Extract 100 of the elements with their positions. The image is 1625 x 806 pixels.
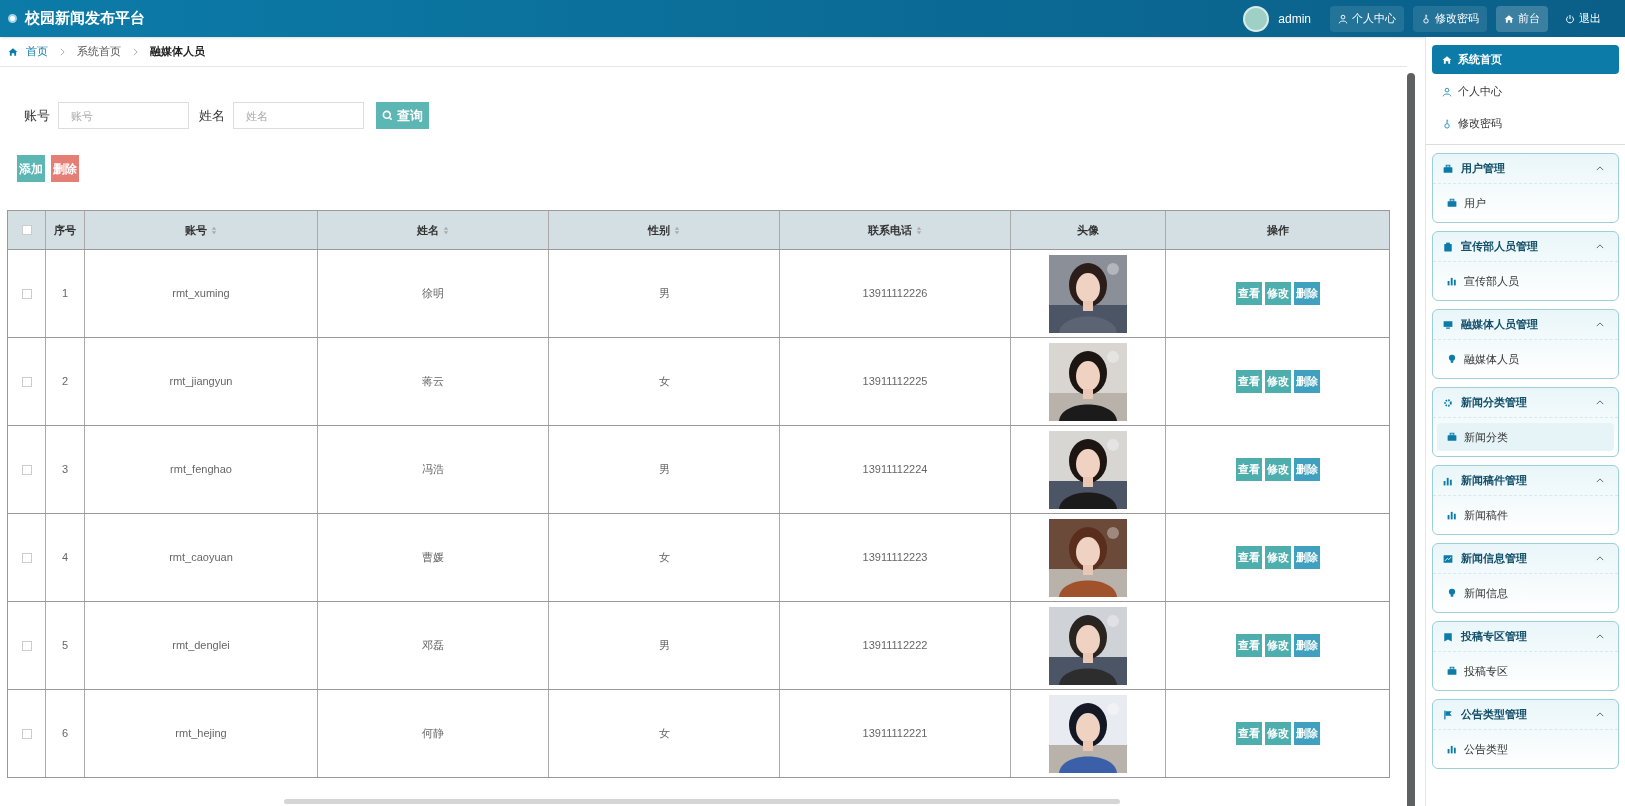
group-title: 投稿专区管理 <box>1461 629 1527 645</box>
chart-icon <box>1443 553 1453 564</box>
breadcrumb-item[interactable]: 首页 <box>26 43 48 60</box>
briefcase-icon <box>1447 432 1457 442</box>
submenu-item[interactable]: 新闻分类 <box>1437 423 1614 451</box>
chevron-up-icon <box>1596 166 1604 171</box>
name-cell-text: 何静 <box>422 726 444 742</box>
gear-icon <box>1443 397 1453 408</box>
app-title: 校园新闻发布平台 <box>25 8 145 29</box>
account-cell-text: rmt_fenghao <box>170 462 232 478</box>
briefcase-icon <box>1447 198 1457 208</box>
chevron-up-icon <box>1596 634 1604 639</box>
submenu-item[interactable]: 投稿专区 <box>1437 657 1614 685</box>
name-cell-text: 蒋云 <box>422 374 444 390</box>
breadcrumb-item[interactable]: 融媒体人员 <box>150 43 205 60</box>
submenu-item[interactable]: 新闻稿件 <box>1437 501 1614 529</box>
vertical-scrollbar[interactable] <box>1407 73 1415 806</box>
account-cell-text: rmt_hejing <box>175 726 227 742</box>
chevron-up-icon <box>1596 244 1604 249</box>
group-header[interactable]: 用户管理 <box>1433 154 1618 184</box>
submenu-item[interactable]: 公告类型 <box>1437 735 1614 763</box>
search-field[interactable]: 姓名 <box>233 102 364 129</box>
group-header[interactable]: 宣传部人员管理 <box>1433 232 1618 262</box>
sidebar-item[interactable]: 修改密码 <box>1432 109 1619 138</box>
checkbox[interactable] <box>21 464 32 475</box>
group-title: 宣传部人员管理 <box>1461 239 1538 255</box>
submenu-item[interactable]: 新闻信息 <box>1437 579 1614 607</box>
column-header: 操作 <box>1266 222 1289 238</box>
phone-cell-text: 13911112225 <box>862 374 928 390</box>
username: admin <box>1278 10 1311 28</box>
sort-icon[interactable] <box>916 225 922 235</box>
delete-button[interactable]: 删除 <box>1293 722 1320 745</box>
home-icon <box>8 46 18 57</box>
delete-button[interactable]: 删除 <box>1293 546 1320 569</box>
delete-button[interactable]: 删除 <box>1293 370 1320 393</box>
column-header: 姓名 <box>417 222 439 238</box>
checkbox[interactable] <box>21 376 32 387</box>
delete-button[interactable]: 删除 <box>51 155 79 182</box>
group-header[interactable]: 新闻稿件管理 <box>1433 466 1618 496</box>
bar-chart-icon <box>1447 510 1457 520</box>
horizontal-scrollbar[interactable] <box>284 799 1120 804</box>
bar-chart-icon <box>1447 744 1457 754</box>
submenu-item[interactable]: 融媒体人员 <box>1437 345 1614 373</box>
row-number: 3 <box>61 462 69 478</box>
checkbox[interactable] <box>21 288 32 299</box>
bar-chart-icon <box>1447 276 1457 286</box>
column-header: 序号 <box>54 222 76 238</box>
delete-button[interactable]: 删除 <box>1293 282 1320 305</box>
group-header[interactable]: 公告类型管理 <box>1433 700 1618 730</box>
header-link[interactable]: 个人中心 <box>1330 5 1404 32</box>
search-icon <box>382 110 393 121</box>
sort-icon[interactable] <box>443 225 449 235</box>
checkbox[interactable] <box>21 728 32 739</box>
sort-icon[interactable] <box>674 225 680 235</box>
sidebar-item[interactable]: 个人中心 <box>1432 77 1619 106</box>
submenu-item[interactable]: 用户 <box>1437 189 1614 217</box>
group-header[interactable]: 新闻分类管理 <box>1433 388 1618 418</box>
book-icon <box>1443 631 1453 642</box>
column-header: 账号 <box>185 222 207 238</box>
avatar <box>1243 5 1270 32</box>
phone-cell-text: 13911112222 <box>862 638 928 654</box>
header-link[interactable]: 前台 <box>1496 5 1548 32</box>
name-cell-text: 邓磊 <box>422 638 444 654</box>
sidebar-item[interactable]: 系统首页 <box>1432 45 1619 74</box>
sort-icon[interactable] <box>211 225 217 235</box>
clipboard-icon <box>1443 241 1453 252</box>
group-title: 公告类型管理 <box>1461 707 1527 723</box>
power-icon <box>1565 13 1575 24</box>
checkbox[interactable] <box>21 552 32 563</box>
field-label: 账号 <box>24 106 50 125</box>
chevron-right-icon <box>60 47 65 56</box>
gender-cell-text: 女 <box>658 726 670 742</box>
group-header[interactable]: 新闻信息管理 <box>1433 544 1618 574</box>
account-cell-text: rmt_xuming <box>172 286 230 302</box>
group-title: 新闻分类管理 <box>1461 395 1527 411</box>
group-header[interactable]: 融媒体人员管理 <box>1433 310 1618 340</box>
briefcase-icon <box>1443 163 1453 174</box>
column-header: 联系电话 <box>868 222 912 238</box>
submenu-item[interactable]: 宣传部人员 <box>1437 267 1614 295</box>
gender-cell-text: 男 <box>658 462 670 478</box>
column-header: 头像 <box>1077 222 1099 238</box>
delete-button[interactable]: 删除 <box>1293 634 1320 657</box>
delete-button[interactable]: 删除 <box>1293 458 1320 481</box>
name-cell-text: 徐明 <box>422 286 444 302</box>
group-header[interactable]: 投稿专区管理 <box>1433 622 1618 652</box>
user-icon <box>1338 13 1348 24</box>
group-title: 新闻稿件管理 <box>1461 473 1527 489</box>
chevron-right-icon <box>133 47 138 56</box>
group-title: 新闻信息管理 <box>1461 551 1527 567</box>
search-field[interactable]: 账号 <box>58 102 189 129</box>
user-icon <box>1442 86 1452 97</box>
checkbox[interactable] <box>21 225 32 235</box>
bar-chart-icon <box>1443 475 1453 486</box>
header-link[interactable]: 退出 <box>1557 5 1609 32</box>
row-number: 6 <box>61 726 69 742</box>
checkbox[interactable] <box>21 640 32 651</box>
header-link[interactable]: 修改密码 <box>1413 5 1487 32</box>
breadcrumb-item[interactable]: 系统首页 <box>77 43 121 60</box>
gender-cell-text: 女 <box>658 550 670 566</box>
gender-cell-text: 男 <box>658 638 670 654</box>
